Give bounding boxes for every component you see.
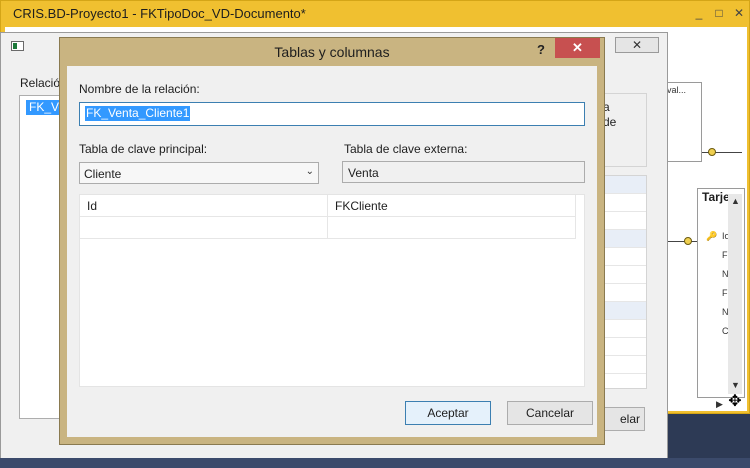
grid-row[interactable] [600,302,646,320]
relationships-cancel-button[interactable]: elar [599,407,645,431]
pk-column-cell[interactable]: Id [80,195,328,217]
taskbar-strip [0,458,750,468]
dialog-title[interactable]: Tablas y columnas [60,38,604,66]
chevron-down-icon[interactable]: ⌄ [306,166,314,177]
pk-table-label: Tabla de clave principal: [79,142,208,156]
dialog-body: Nombre de la relación: FK_Venta_Cliente1… [67,66,597,437]
fk-column-cell[interactable] [328,217,576,239]
grid-row[interactable] [600,338,646,356]
grid-row[interactable] [600,194,646,212]
dialog-close-button[interactable]: ✕ [555,38,600,58]
grid-row[interactable] [600,176,646,194]
scroll-up-icon[interactable]: ▲ [731,196,740,206]
move-cursor-icon: ✥ [728,393,742,410]
fk-table-value: Venta [348,166,379,180]
primary-key-icon: 🔑 [706,231,718,241]
grid-row[interactable] [600,230,646,248]
pk-table-select[interactable]: Cliente ⌄ [79,162,319,184]
grid-row[interactable] [600,266,646,284]
pk-table-value: Cliente [84,167,122,181]
grid-row[interactable] [600,356,646,374]
relationships-properties-grid[interactable] [599,175,647,389]
designer-title: CRIS.BD-Proyecto1 - FKTipoDoc_VD-Documen… [13,6,306,21]
diagram-table-tarjeta-title: Tarje [702,190,730,204]
tarjeta-row-1: F [722,250,728,260]
relation-name-value: FK_Venta_Cliente1 [85,106,191,121]
fk-table-field: Venta [342,161,585,183]
pk-column-cell[interactable] [80,217,328,239]
fk-table-label: Tabla de clave externa: [344,142,468,156]
relationships-description-text: a de [603,100,616,130]
grid-row[interactable] [600,248,646,266]
designer-titlebar[interactable]: CRIS.BD-Proyecto1 - FKTipoDoc_VD-Documen… [1,1,749,27]
grid-row[interactable] [600,212,646,230]
grid-row[interactable] [600,284,646,302]
maximize-button[interactable]: □ [709,5,729,21]
close-button[interactable]: ✕ [729,5,749,21]
relationship-endpoint-2 [684,237,692,245]
relationships-description-line-2: de [603,115,617,129]
minimize-button[interactable]: _ [689,5,709,21]
relation-name-label: Nombre de la relación: [79,82,200,96]
diagram-vertical-scrollbar[interactable]: ▲ ▼ [728,194,742,394]
relationships-close-button[interactable]: ✕ [615,37,659,53]
tables-columns-dialog: Tablas y columnas ? ✕ Nombre de la relac… [59,37,605,445]
tarjeta-row-3: F [722,288,728,298]
scroll-down-icon[interactable]: ▼ [731,380,740,390]
relationship-endpoint-1 [708,148,716,156]
diagram-table-1[interactable]: val... [662,82,702,162]
fk-column-cell[interactable]: FKCliente [328,195,576,217]
grid-row[interactable] [600,320,646,338]
help-button[interactable]: ? [532,40,550,60]
scroll-right-icon[interactable]: ▶ [716,399,723,410]
diagram-table-1-header: val... [667,85,687,95]
columns-grid[interactable]: Id FKCliente [79,194,585,387]
relationships-label: Relació [20,76,61,90]
relationships-dialog-icon [11,41,24,51]
relation-name-input[interactable]: FK_Venta_Cliente1 [79,102,585,126]
accept-button[interactable]: Aceptar [405,401,491,425]
relationships-description-line-1: a [603,100,610,114]
cancel-button[interactable]: Cancelar [507,401,593,425]
